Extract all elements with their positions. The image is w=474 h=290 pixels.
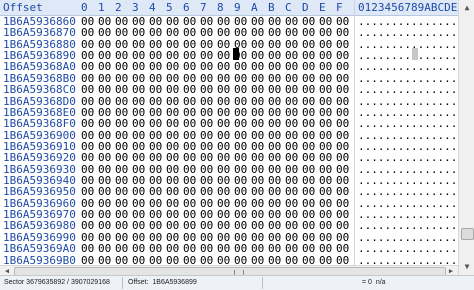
ascii-column-header: 0123456789ABCDEF (358, 1, 464, 14)
vertical-scroll-thumb[interactable] (461, 228, 474, 240)
scroll-down-arrow-icon[interactable]: ▼ (462, 262, 472, 272)
status-divider (262, 277, 263, 289)
status-offset: Offset: 1B6A5936899 (128, 279, 197, 286)
hex-column-header: 8 (217, 1, 224, 14)
hex-byte-grid[interactable]: 00 00 00 00 00 00 00 00 00 00 00 00 00 00 00 00 00 00 00 00… (78, 15, 354, 267)
hex-column-header: 4 (149, 1, 156, 14)
hex-column-header: B (268, 1, 275, 14)
status-sector: Sector 3679635892 / 3907029168 (4, 279, 110, 286)
hex-column-header: A (251, 1, 258, 14)
hex-column-header: 3 (132, 1, 139, 14)
ascii-text-pane[interactable]: ........................................… (358, 15, 464, 267)
offset-column: 1B6A5936860 1B6A5936870 1B6A5936880 1B6A593… (0, 15, 78, 267)
column-header-bar: Offset 0123456789ABCDEF 0123456789ABCDEF (0, 0, 464, 16)
hex-column-header: 1 (98, 1, 105, 14)
hex-cursor (233, 48, 239, 60)
offset-column-label: Offset (3, 1, 43, 14)
hex-column-header: F (336, 1, 343, 14)
status-divider (122, 277, 123, 289)
vertical-scrollbar[interactable]: ▲ ▼ (458, 0, 474, 275)
hex-column-header: 0 (81, 1, 88, 14)
hex-column-header: 6 (183, 1, 190, 14)
hex-column-header: E (319, 1, 326, 14)
hex-column-header: 9 (234, 1, 241, 14)
ascii-cursor (412, 48, 418, 60)
hex-column-header: 5 (166, 1, 173, 14)
status-value: = 0 n/a (362, 279, 386, 286)
scroll-up-arrow-icon[interactable]: ▲ (462, 3, 472, 13)
hex-column-header: D (302, 1, 309, 14)
hex-column-header: C (285, 1, 292, 14)
hex-column-header: 7 (200, 1, 207, 14)
column-separator (354, 0, 355, 265)
status-bar: Sector 3679635892 / 3907029168 Offset: 1… (0, 275, 474, 290)
hex-column-header: 2 (115, 1, 122, 14)
